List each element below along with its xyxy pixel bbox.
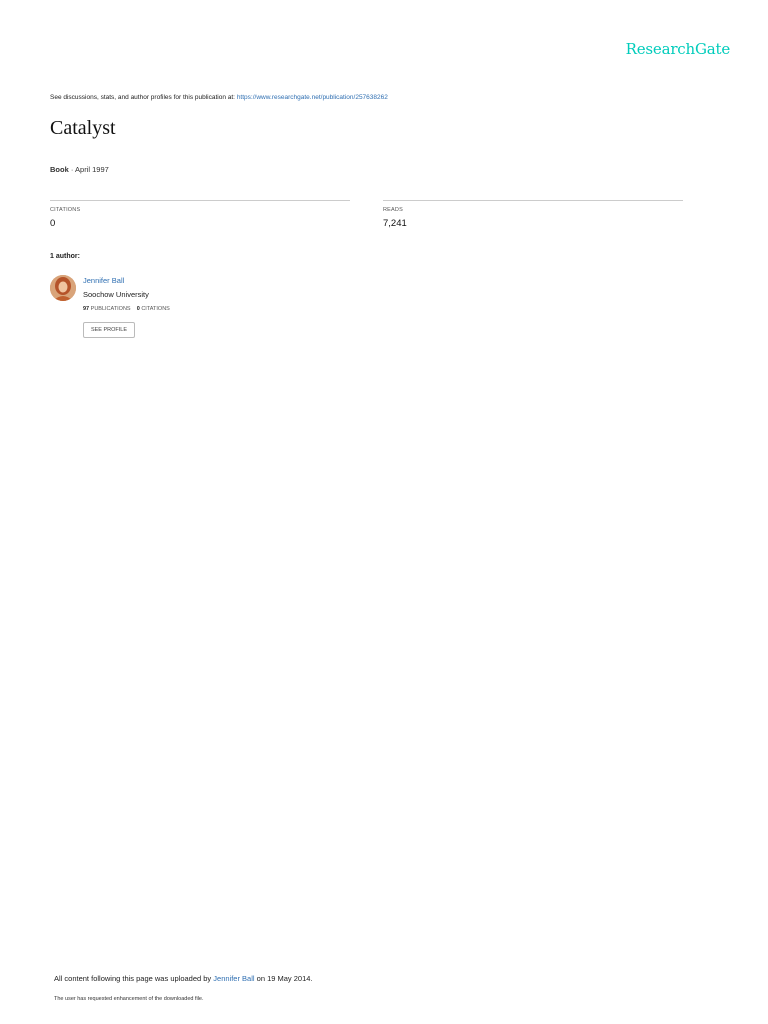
reads-value: 7,241 [383,218,407,229]
author-affiliation: Soochow University [83,290,149,299]
discussion-prefix: See discussions, stats, and author profi… [50,94,235,101]
citations-label: CITATIONS [50,207,81,213]
see-profile-button[interactable]: SEE PROFILE [83,322,135,338]
publication-type: Book [50,165,69,174]
reads-stat: READS 7,241 [383,200,683,229]
author-stats: 97 PUBLICATIONS 0 CITATIONS [83,306,170,312]
authors-heading: 1 author: [50,253,80,260]
author-avatar[interactable] [50,275,76,301]
avatar-photo-icon [50,275,76,301]
researchgate-logo[interactable]: ResearchGate [626,40,731,58]
upload-notice: All content following this page was uplo… [54,974,313,983]
author-publications-count: 97 [83,306,90,312]
enhancement-note: The user has requested enhancement of th… [54,996,204,1002]
publication-date: April 1997 [75,165,109,174]
author-publications-label: PUBLICATIONS [90,306,131,312]
citations-value: 0 [50,218,56,229]
publication-link[interactable]: https://www.researchgate.net/publication… [237,94,388,101]
author-name-link[interactable]: Jennifer Ball [83,276,124,285]
upload-prefix: All content following this page was uplo… [54,974,212,983]
publication-title: Catalyst [50,117,116,139]
meta-separator: · [70,165,74,174]
publication-meta: Book · April 1997 [50,165,109,174]
discussion-line: See discussions, stats, and author profi… [50,94,388,101]
author-citations-count: 0 [136,306,140,312]
uploader-link[interactable]: Jennifer Ball [213,974,254,983]
author-citations-label: CITATIONS [141,306,170,312]
reads-label: READS [383,207,403,213]
upload-suffix: on 19 May 2014. [256,974,313,983]
citations-stat: CITATIONS 0 [50,200,350,229]
